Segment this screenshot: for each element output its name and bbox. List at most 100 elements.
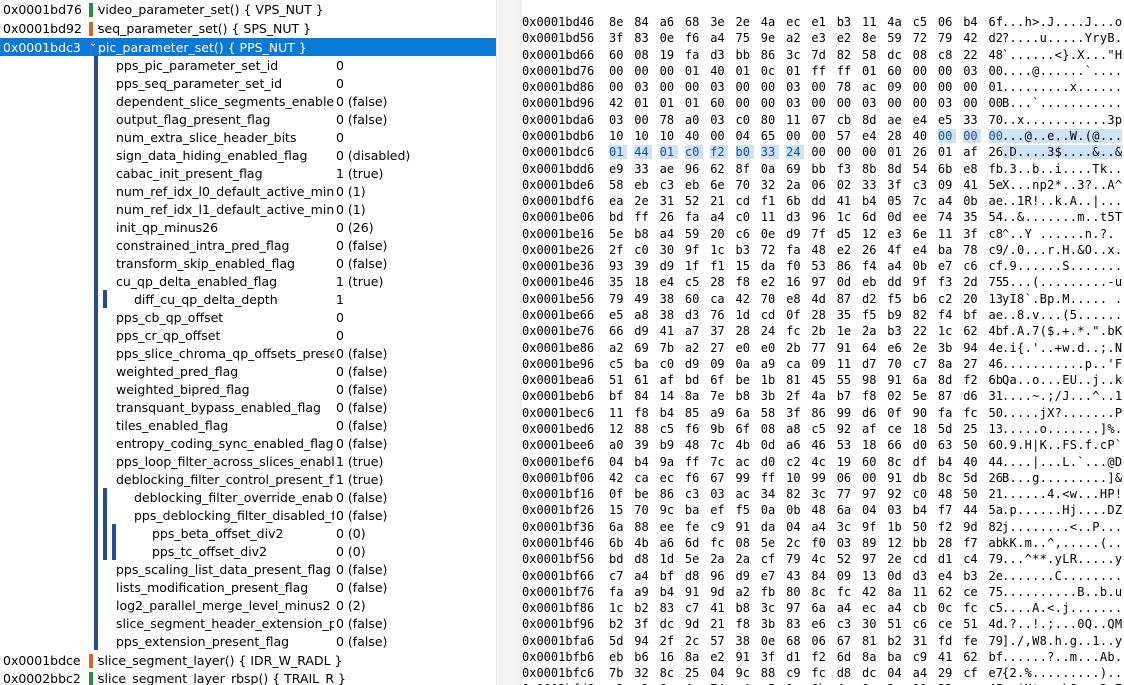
hex-byte[interactable]: 2c xyxy=(786,536,804,550)
hex-byte[interactable]: a4 xyxy=(913,666,931,680)
hex-byte[interactable]: 65 xyxy=(761,129,779,143)
tree-node-slice-idr[interactable]: 0x0001bdce › slice_segment_layer() { IDR… xyxy=(0,651,496,669)
hex-byte[interactable]: 03 xyxy=(710,487,728,501)
hex-byte[interactable]: b3 xyxy=(837,15,855,29)
hex-byte[interactable]: 8a xyxy=(938,357,956,371)
hex-byte[interactable]: c6 xyxy=(913,617,931,631)
tree-node-pps-selected[interactable]: 0x0001bdc3 ⌄ pic_parameter_set() { PPS_N… xyxy=(0,38,496,56)
hex-byte[interactable]: 81 xyxy=(786,373,804,387)
tree-node-slice-trail[interactable]: 0x0002bbc2 › slice_segment_layer_rbsp() … xyxy=(0,669,496,685)
hex-byte[interactable]: 40 xyxy=(913,129,931,143)
hex-byte[interactable]: 62 xyxy=(938,585,956,599)
hex-byte[interactable]: 1e xyxy=(837,324,855,338)
hex-byte[interactable]: 82 xyxy=(786,487,804,501)
hex-byte[interactable]: 40 xyxy=(710,64,728,78)
hex-byte[interactable]: 50 xyxy=(963,487,981,501)
hex-byte[interactable]: 81 xyxy=(862,634,880,648)
hex-byte[interactable]: 09 xyxy=(938,178,956,192)
hex-byte[interactable]: 03 xyxy=(862,96,880,110)
hex-byte[interactable]: e2 xyxy=(710,650,728,664)
hex-byte[interactable]: 80 xyxy=(761,113,779,127)
hex-byte[interactable]: 0b xyxy=(786,503,804,517)
hex-byte[interactable]: be xyxy=(634,487,652,501)
hex-byte[interactable]: a9 xyxy=(710,406,728,420)
field-row[interactable]: weighted_bipred_flag 0 (false) xyxy=(0,380,496,398)
hex-byte[interactable]: d2 xyxy=(862,292,880,306)
hex-byte[interactable]: 7d xyxy=(811,48,829,62)
hex-byte[interactable]: 11 xyxy=(913,585,931,599)
hex-byte[interactable]: 28 xyxy=(736,324,754,338)
hex-byte[interactable]: 58 xyxy=(862,48,880,62)
hex-byte[interactable]: d1 xyxy=(786,650,804,664)
hex-byte[interactable]: 5e xyxy=(609,227,627,241)
hex-byte[interactable]: a6 xyxy=(660,536,678,550)
hex-byte[interactable]: 52 xyxy=(685,194,703,208)
hex-byte[interactable]: dc xyxy=(862,666,880,680)
hex-byte[interactable]: 35 xyxy=(837,308,855,322)
hex-byte[interactable]: 5d xyxy=(963,471,981,485)
hex-byte[interactable]: d8 xyxy=(837,666,855,680)
hex-byte[interactable]: ff xyxy=(811,64,829,78)
hex-byte[interactable]: be xyxy=(736,373,754,387)
hex-byte[interactable]: 6d xyxy=(837,650,855,664)
hex-byte[interactable]: 03 xyxy=(887,503,905,517)
hex-byte[interactable]: 38 xyxy=(736,634,754,648)
hex-byte[interactable]: e2 xyxy=(761,275,779,289)
hex-byte[interactable]: 79 xyxy=(786,552,804,566)
hex-byte[interactable]: fa xyxy=(685,48,703,62)
hex-byte[interactable]: 09 xyxy=(887,80,905,94)
hex-byte[interactable]: ce xyxy=(887,422,905,436)
hex-byte[interactable]: 41 xyxy=(938,650,956,664)
hex-byte[interactable]: 3b xyxy=(938,341,956,355)
hex-byte[interactable]: ba xyxy=(938,243,956,257)
hex-byte[interactable]: 3e xyxy=(710,15,728,29)
hex-byte[interactable]: 33 xyxy=(862,178,880,192)
hex-byte[interactable]: c9 xyxy=(710,520,728,534)
hex-byte[interactable]: cd xyxy=(736,194,754,208)
hex-byte[interactable]: e7 xyxy=(761,569,779,583)
hex-byte[interactable]: bb xyxy=(811,162,829,176)
hex-byte[interactable]: eb xyxy=(634,178,652,192)
field-row[interactable]: log2_parallel_merge_level_minus2 0 (2) xyxy=(0,596,496,614)
hex-byte[interactable]: 1c xyxy=(938,324,956,338)
hex-byte[interactable]: b4 xyxy=(660,406,678,420)
hex-byte[interactable]: a0 xyxy=(685,113,703,127)
hex-byte[interactable]: e4 xyxy=(862,129,880,143)
hex-byte[interactable]: 74 xyxy=(938,210,956,224)
hex-byte[interactable]: 1b xyxy=(887,520,905,534)
hex-byte[interactable]: e0 xyxy=(761,341,779,355)
field-row[interactable]: transform_skip_enabled_flag 0 (false) xyxy=(0,254,496,272)
hex-byte[interactable]: 1c xyxy=(710,243,728,257)
hex-byte[interactable]: 60 xyxy=(887,64,905,78)
hex-byte[interactable]: 0b xyxy=(963,194,981,208)
hex-byte[interactable]: b3 xyxy=(887,324,905,338)
hex-byte[interactable]: e1 xyxy=(811,15,829,29)
hex-byte[interactable]: 00 xyxy=(609,64,627,78)
hex-byte[interactable]: a0 xyxy=(609,438,627,452)
hex-byte[interactable]: 7e xyxy=(710,389,728,403)
hex-byte[interactable]: 10 xyxy=(634,129,652,143)
hex-byte[interactable]: a4 xyxy=(710,31,728,45)
hex-byte[interactable]: e2 xyxy=(837,243,855,257)
hex-byte[interactable]: 32 xyxy=(761,178,779,192)
hex-byte[interactable]: f6 xyxy=(685,471,703,485)
hex-byte[interactable]: e8 xyxy=(786,292,804,306)
hex-byte[interactable]: cd xyxy=(913,552,931,566)
hex-byte[interactable]: 35 xyxy=(609,275,627,289)
hex-byte[interactable]: ec xyxy=(660,471,678,485)
hex-byte[interactable]: 8c xyxy=(660,666,678,680)
hex-byte[interactable]: 70 xyxy=(634,503,652,517)
hex-byte[interactable]: 4a xyxy=(811,389,829,403)
hex-byte[interactable]: 70 xyxy=(887,357,905,371)
hex-byte[interactable]: b4 xyxy=(938,455,956,469)
hex-byte[interactable]: 86 xyxy=(837,259,855,273)
hex-byte[interactable]: 41 xyxy=(837,194,855,208)
hex-byte[interactable]: 6d xyxy=(685,536,703,550)
hex-byte[interactable]: e4 xyxy=(913,243,931,257)
hex-byte[interactable]: c9 xyxy=(786,666,804,680)
hex-byte[interactable]: 03 xyxy=(786,96,804,110)
hex-byte[interactable]: 43 xyxy=(786,569,804,583)
hex-byte[interactable]: 8a xyxy=(685,650,703,664)
hex-byte[interactable]: d3 xyxy=(786,210,804,224)
hex-byte[interactable]: 03 xyxy=(786,80,804,94)
